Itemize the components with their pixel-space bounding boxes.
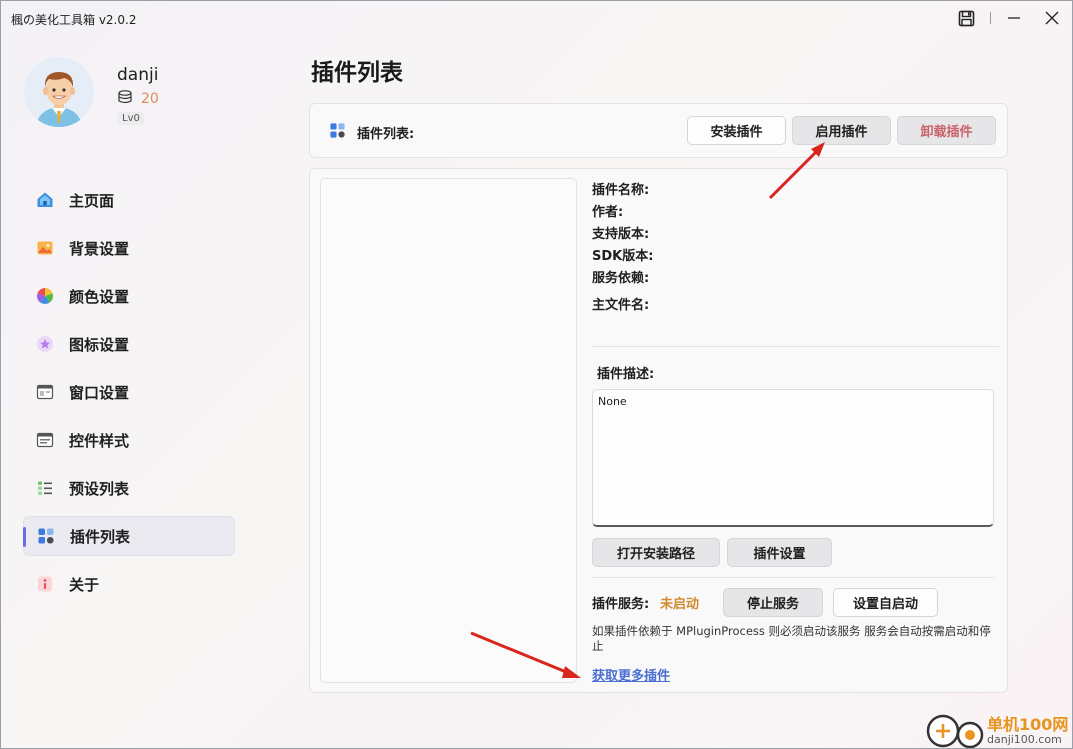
enable-plugin-button[interactable]: 启用插件 bbox=[792, 116, 891, 145]
service-status: 未启动 bbox=[660, 597, 700, 612]
coins-icon bbox=[117, 89, 133, 109]
star-icon bbox=[36, 335, 54, 353]
plugin-service-label: 插件服务: bbox=[592, 597, 650, 612]
plugin-icon bbox=[37, 527, 55, 545]
coin-balance: 20 bbox=[117, 89, 159, 109]
open-install-path-button[interactable]: 打开安装路径 bbox=[592, 538, 720, 567]
sidebar-item-label: 颜色设置 bbox=[69, 287, 130, 306]
sidebar-item-label: 关于 bbox=[69, 575, 100, 594]
plugin-icon bbox=[329, 122, 346, 143]
sidebar-item-background[interactable]: 背景设置 bbox=[23, 228, 235, 268]
plugin-name-label: 插件名称: bbox=[592, 183, 650, 198]
window-icon bbox=[36, 383, 54, 401]
sidebar-item-icons[interactable]: 图标设置 bbox=[23, 324, 235, 364]
sidebar-item-about[interactable]: 关于 bbox=[23, 564, 235, 604]
watermark-url: danji100.com bbox=[987, 733, 1062, 746]
info-icon bbox=[36, 575, 54, 593]
sidebar-item-label: 主页面 bbox=[69, 191, 115, 210]
description-textbox[interactable]: None bbox=[592, 389, 994, 527]
sidebar-item-home[interactable]: 主页面 bbox=[23, 180, 235, 220]
sidebar-item-presets[interactable]: 预设列表 bbox=[23, 468, 235, 508]
uninstall-plugin-button[interactable]: 卸载插件 bbox=[897, 116, 996, 145]
toolbar-label: 插件列表: bbox=[357, 127, 415, 142]
support-version-label: 支持版本: bbox=[592, 227, 650, 242]
color-wheel-icon bbox=[36, 287, 54, 305]
coin-count: 20 bbox=[141, 91, 159, 107]
install-plugin-button[interactable]: 安装插件 bbox=[687, 116, 786, 145]
home-icon bbox=[36, 191, 54, 209]
sidebar-item-controls[interactable]: 控件样式 bbox=[23, 420, 235, 460]
control-icon bbox=[36, 431, 54, 449]
get-more-plugins-link[interactable]: 获取更多插件 bbox=[592, 665, 670, 684]
titlebar-separator bbox=[990, 12, 991, 24]
sidebar-item-label: 控件样式 bbox=[69, 431, 130, 450]
app-window: 楓の美化工具箱 v2.0.2 danji 20 Lv0 主页面 背景设置 颜色设… bbox=[0, 0, 1073, 749]
image-icon bbox=[36, 239, 54, 257]
watermark-logo: 单机100网 danji100.com bbox=[925, 709, 1071, 748]
plugin-list[interactable] bbox=[320, 178, 577, 683]
minimize-button[interactable] bbox=[1003, 7, 1025, 29]
title-bar: 楓の美化工具箱 v2.0.2 bbox=[1, 1, 1072, 35]
watermark-text: 单机100网 bbox=[987, 715, 1069, 734]
username: danji bbox=[117, 65, 159, 85]
author-label: 作者: bbox=[592, 205, 624, 220]
sidebar-item-label: 窗口设置 bbox=[69, 383, 130, 402]
description-label: 插件描述: bbox=[597, 367, 655, 382]
sdk-version-label: SDK版本: bbox=[592, 249, 654, 264]
stop-service-button[interactable]: 停止服务 bbox=[723, 588, 823, 617]
sidebar-item-label: 背景设置 bbox=[69, 239, 130, 258]
page-title: 插件列表 bbox=[311, 60, 403, 86]
plugin-settings-button[interactable]: 插件设置 bbox=[727, 538, 832, 567]
sidebar-item-label: 图标设置 bbox=[69, 335, 130, 354]
save-icon[interactable] bbox=[955, 7, 977, 29]
sidebar-item-label: 预设列表 bbox=[69, 479, 130, 498]
divider bbox=[592, 346, 999, 347]
avatar[interactable] bbox=[24, 57, 94, 127]
level-badge: Lv0 bbox=[118, 112, 144, 125]
service-hint: 如果插件依赖于 MPluginProcess 则必须启动该服务 服务会自动按需启… bbox=[592, 624, 991, 653]
window-title: 楓の美化工具箱 v2.0.2 bbox=[11, 13, 137, 27]
divider bbox=[592, 577, 995, 578]
service-dependency-label: 服务依赖: bbox=[592, 271, 650, 286]
main-file-label: 主文件名: bbox=[592, 298, 650, 313]
sidebar-item-label: 插件列表 bbox=[70, 527, 131, 546]
sidebar-item-window[interactable]: 窗口设置 bbox=[23, 372, 235, 412]
set-autostart-button[interactable]: 设置自启动 bbox=[833, 588, 938, 617]
sidebar-item-color[interactable]: 颜色设置 bbox=[23, 276, 235, 316]
list-icon bbox=[36, 479, 54, 497]
close-button[interactable] bbox=[1041, 7, 1063, 29]
sidebar-item-plugins[interactable]: 插件列表 bbox=[23, 516, 235, 556]
